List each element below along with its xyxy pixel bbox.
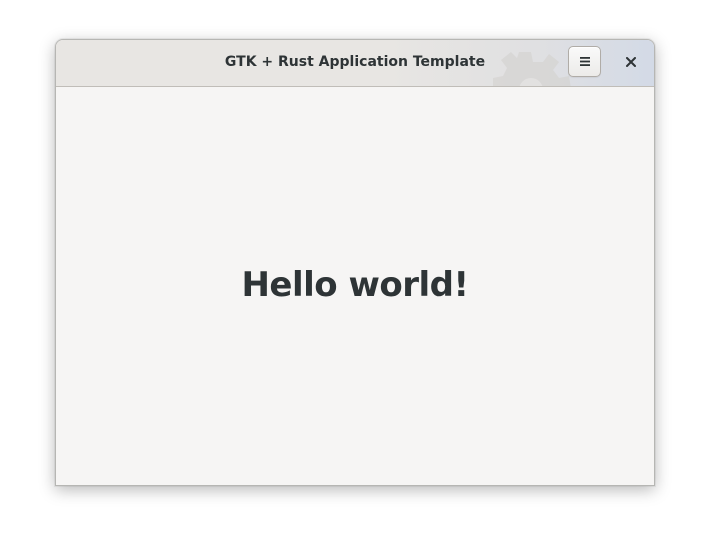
close-icon	[626, 57, 636, 67]
hamburger-menu-icon	[579, 57, 590, 66]
main-content: Hello world!	[56, 87, 654, 485]
close-button[interactable]	[618, 49, 644, 75]
app-window: GTK + Rust Application Template Hello wo…	[55, 39, 655, 486]
hello-label: Hello world!	[241, 265, 469, 305]
menu-button[interactable]	[568, 46, 601, 77]
headerbar[interactable]: GTK + Rust Application Template	[56, 40, 654, 87]
